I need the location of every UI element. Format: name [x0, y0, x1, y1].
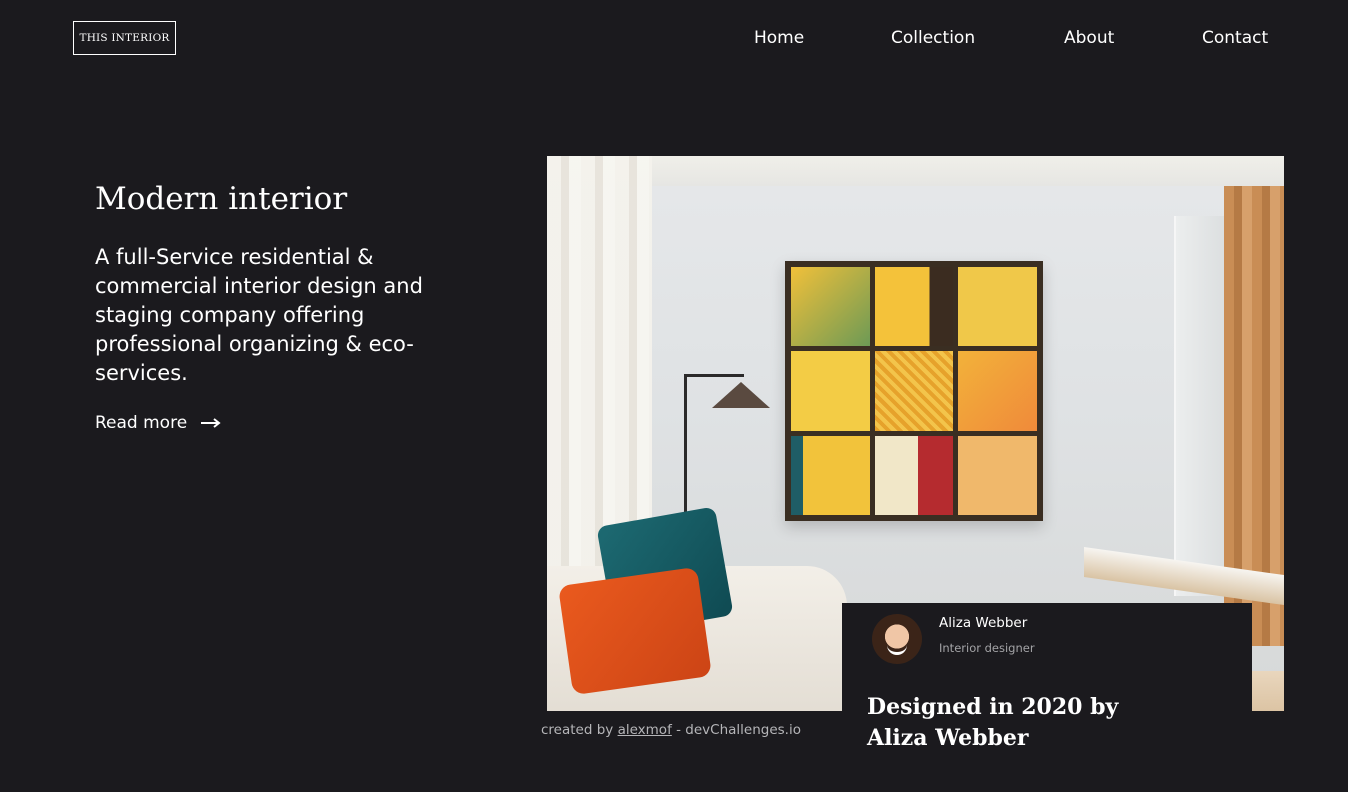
artwork-panel — [874, 435, 954, 515]
artwork-panel — [791, 435, 870, 515]
artwork-panel — [958, 351, 1037, 431]
artwork-panel — [874, 351, 954, 431]
designer-card: Aliza Webber Interior designer Designed … — [842, 603, 1252, 792]
floor-lamp-arm — [684, 374, 744, 377]
footer-credit: created by alexmof - devChallenges.io — [541, 721, 801, 739]
window-frame — [1174, 216, 1224, 596]
artwork-panel — [958, 267, 1037, 347]
ceiling — [547, 156, 1284, 186]
designer-role: Interior designer — [939, 641, 1035, 655]
read-more-link[interactable]: Read more — [95, 411, 221, 435]
artwork-panel — [791, 267, 870, 347]
artwork-panel — [791, 351, 870, 431]
nav-about-link[interactable]: About — [1064, 26, 1114, 50]
credit-prefix: created by — [541, 722, 618, 738]
nav-collection-link[interactable]: Collection — [891, 26, 975, 50]
avatar — [872, 614, 922, 664]
designer-name: Aliza Webber — [939, 615, 1028, 631]
hero-title: Modern interior — [95, 181, 348, 217]
orange-pillow — [558, 566, 712, 696]
nav-contact-link[interactable]: Contact — [1202, 26, 1268, 50]
main-nav: Home Collection About Contact — [0, 26, 1348, 50]
credit-suffix: - devChallenges.io — [671, 722, 801, 738]
floor-lamp-shade — [712, 382, 770, 408]
artwork-panel — [958, 435, 1037, 515]
artwork-panel — [874, 267, 954, 347]
credit-author-link[interactable]: alexmof — [618, 722, 672, 738]
wall-artwork — [785, 261, 1043, 521]
nav-home-link[interactable]: Home — [754, 26, 804, 50]
hero-description: A full-Service residential & commercial … — [95, 245, 423, 385]
card-heading: Designed in 2020 by Aliza Webber — [867, 694, 1119, 751]
arrow-right-icon — [201, 418, 221, 428]
read-more-label: Read more — [95, 413, 188, 433]
